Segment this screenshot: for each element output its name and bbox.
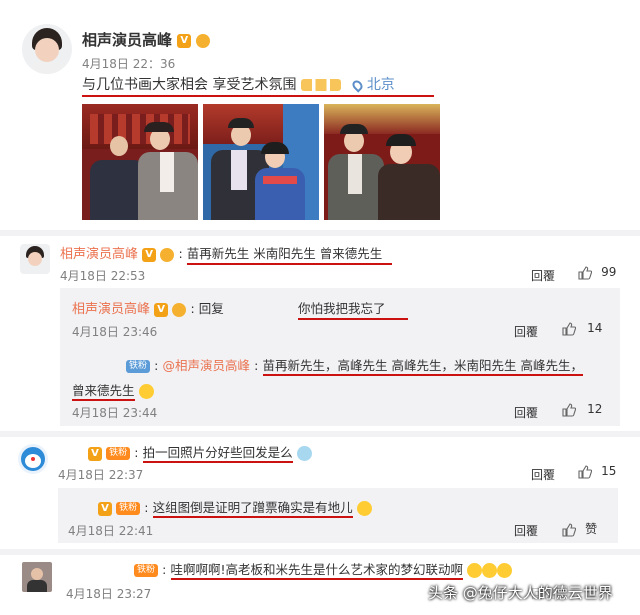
verified-icon: V xyxy=(177,33,192,48)
comment-author[interactable]: 相声演员高峰 xyxy=(60,247,138,262)
like-count: 99 xyxy=(601,265,617,279)
comment-avatar[interactable] xyxy=(22,562,52,592)
verified-icon: V xyxy=(98,501,112,516)
reply-button[interactable]: 回覆 xyxy=(531,267,555,284)
reply-text-line2: 曾来德先生 xyxy=(72,383,135,401)
comment-avatar[interactable] xyxy=(20,244,50,274)
thumbs-up-icon xyxy=(578,464,592,479)
post-photo-2[interactable] xyxy=(203,104,319,220)
reply-time: 4月18日 23:46 xyxy=(72,325,158,339)
like-count: 15 xyxy=(601,464,617,478)
like-count: 赞 xyxy=(585,522,598,536)
reply-button[interactable]: 回覆 xyxy=(514,522,538,539)
pray-emoji-icon xyxy=(300,79,341,91)
post-location[interactable]: 北京 xyxy=(367,77,395,93)
verified-icon: V xyxy=(142,247,157,262)
fan-badge: 铁粉 xyxy=(126,360,151,373)
emoji-icon xyxy=(356,501,372,516)
fan-badge: 铁粉 xyxy=(116,502,141,515)
fan-badge: 铁粉 xyxy=(134,564,159,577)
thumbs-up-icon xyxy=(578,265,592,280)
thumbs-up-icon xyxy=(562,321,576,336)
post-text: 与几位书画大家相会 享受艺术氛围 xyxy=(82,77,297,93)
emoji-icon xyxy=(467,563,483,578)
reply-text: 这组图倒是证明了蹭票确实是有地儿 xyxy=(152,500,353,518)
reply-button[interactable]: 回覆 xyxy=(514,323,538,340)
comment-text: 苗再新先生 米南阳先生 曾来德先生 xyxy=(186,243,392,265)
verified-icon: V xyxy=(88,446,102,461)
post-time[interactable]: 4月18日 22：36 xyxy=(82,55,175,72)
comment-time: 4月18日 22:53 xyxy=(60,269,146,283)
member-badge-icon xyxy=(196,33,211,48)
comment-time: 4月18日 23:27 xyxy=(66,587,152,601)
watermark: 头条 @兔仔大人的德云世界 xyxy=(428,584,613,602)
verified-icon: V xyxy=(154,302,169,317)
comment-text: 拍一回照片分好些回发是么 xyxy=(142,445,293,463)
reply-prefix: 回复 xyxy=(198,301,224,316)
emoji-icon xyxy=(482,563,498,578)
post-author-avatar[interactable] xyxy=(22,24,72,74)
comment-avatar[interactable] xyxy=(18,444,48,474)
reply-button[interactable]: 回覆 xyxy=(531,466,555,483)
like-button[interactable]: 15 xyxy=(578,464,616,479)
emoji-icon xyxy=(296,446,312,461)
reply-time: 4月18日 23:44 xyxy=(72,406,158,420)
like-button[interactable]: 12 xyxy=(562,402,602,417)
like-count: 12 xyxy=(587,402,603,416)
like-button[interactable]: 赞 xyxy=(562,520,597,537)
fan-badge: 铁粉 xyxy=(106,447,131,460)
thumbs-up-icon xyxy=(562,402,576,417)
reply-button[interactable]: 回覆 xyxy=(514,404,538,421)
like-count: 14 xyxy=(587,321,603,335)
reply-author[interactable]: 相声演员高峰 xyxy=(72,302,150,317)
like-button[interactable]: 14 xyxy=(562,321,602,336)
reply-time: 4月18日 22:41 xyxy=(68,524,154,538)
post-author-name[interactable]: 相声演员高峰 xyxy=(82,31,172,49)
reply-text: 你怕我把我忘了 xyxy=(297,298,408,320)
thumbs-up-icon xyxy=(562,522,576,537)
reply-text: 苗再新先生，高峰先生 高峰先生，米南阳先生 高峰先生， xyxy=(262,358,583,376)
mention-link[interactable]: @相声演员高峰 xyxy=(163,358,251,373)
location-pin-icon xyxy=(350,77,365,93)
emoji-icon xyxy=(497,563,513,578)
member-badge-icon xyxy=(172,302,187,317)
emoji-icon xyxy=(138,384,154,399)
like-button[interactable]: 99 xyxy=(578,265,616,280)
member-badge-icon xyxy=(160,247,175,262)
comment-time: 4月18日 22:37 xyxy=(58,468,144,482)
post-photo-3[interactable] xyxy=(324,104,440,220)
comment-text: 哇啊啊啊!高老板和米先生是什么艺术家的梦幻联动啊 xyxy=(170,562,464,580)
post-photo-1[interactable] xyxy=(82,104,198,220)
